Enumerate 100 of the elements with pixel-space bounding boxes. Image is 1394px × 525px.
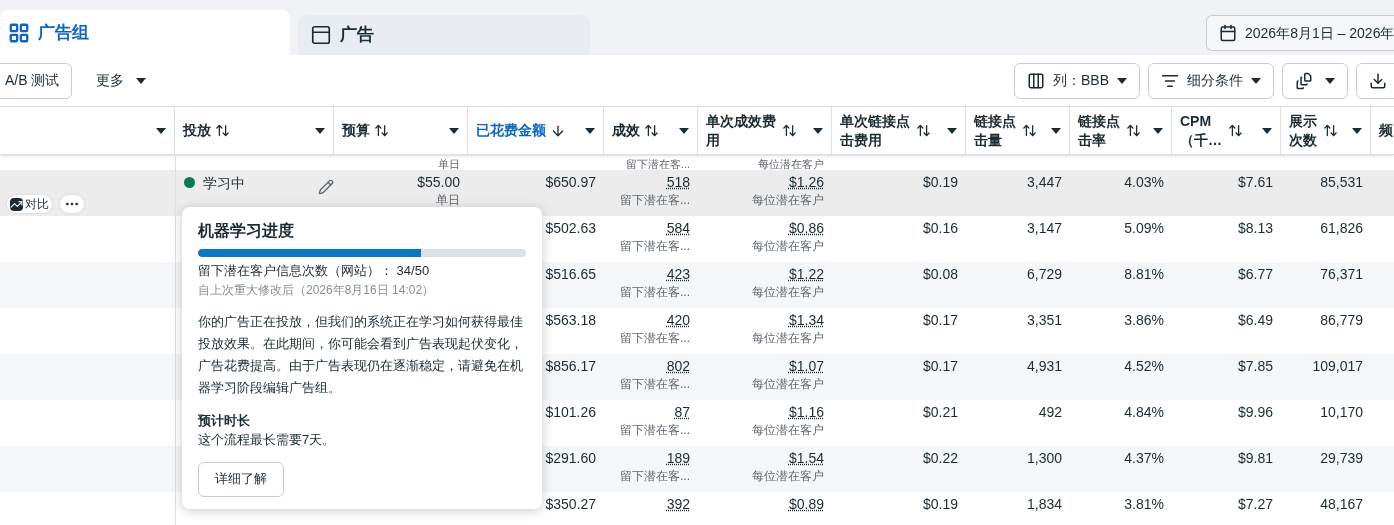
results-label: 留下潜在客... [620, 192, 690, 209]
caret-icon [679, 127, 689, 134]
cost-label: 每位潜在客户 [752, 330, 824, 347]
progress-count: 留下潜在客户信息次数（网站）： 34/50 [198, 262, 431, 280]
window-icon [310, 24, 332, 46]
table-cell: 1,834 [1026, 495, 1062, 513]
caret-icon [585, 127, 595, 134]
reports-dropdown[interactable] [1282, 62, 1348, 99]
breakdown-dropdown[interactable]: 细分条件 [1148, 62, 1274, 99]
table-cell: 3,447 [1026, 173, 1062, 191]
column-header[interactable]: 单次链接点击费用 [832, 107, 966, 154]
table-cell: 85,531 [1320, 173, 1363, 191]
cost-link[interactable]: $1.16 [788, 403, 824, 421]
tab[interactable]: 广告组 [0, 10, 290, 55]
column-header[interactable]: 链接点击率 [1070, 107, 1172, 154]
sort-icon [215, 123, 230, 138]
table-cell: $0.17 [922, 357, 958, 375]
caret-icon [1325, 77, 1335, 84]
table-cell: $0.19 [922, 173, 958, 191]
caret-icon [1251, 77, 1261, 84]
column-header[interactable]: 预算 [334, 107, 468, 154]
cost-link[interactable]: $0.86 [788, 219, 824, 237]
table-cell: 4.37% [1124, 449, 1164, 467]
caret-icon [1051, 127, 1061, 134]
cost-label: 每位潜在客户 [752, 192, 824, 209]
table-cell: $7.85 [1237, 357, 1273, 375]
popover-title: 机器学习进度 [198, 221, 295, 241]
table-cell: 3,351 [1026, 311, 1062, 329]
cost-link[interactable]: $1.34 [788, 311, 824, 329]
table-cell: $9.81 [1237, 449, 1273, 467]
table-cell: 492 [1038, 403, 1062, 421]
sort-icon [644, 123, 659, 138]
ab-test-button[interactable]: A/B 测试 [0, 62, 73, 99]
edit-icon[interactable] [318, 179, 334, 195]
cost-label: 每位潜在客户 [752, 238, 824, 255]
table-cell: $8.13 [1237, 219, 1273, 237]
table-cell: $0.16 [922, 219, 958, 237]
table-cell: 6,729 [1026, 265, 1062, 283]
column-header[interactable]: 成效 [604, 107, 698, 154]
download-button[interactable] [1356, 62, 1394, 99]
cost-link[interactable]: $1.26 [788, 173, 824, 191]
column-header[interactable]: 单次成效费用 [698, 107, 832, 154]
cost-link[interactable]: $0.89 [788, 495, 824, 513]
column-header[interactable]: 频 [1371, 107, 1394, 154]
cost-label: 每位潜在客户 [758, 159, 824, 170]
results-link[interactable]: 392 [666, 495, 690, 513]
learn-more-button[interactable]: 详细了解 [198, 461, 284, 497]
results-link[interactable]: 189 [666, 449, 690, 467]
table-cell: 3.81% [1124, 495, 1164, 513]
column-header[interactable]: CPM（千… [1172, 107, 1281, 154]
cost-link[interactable]: $1.07 [788, 357, 824, 375]
table-cell: 29,739 [1320, 449, 1363, 467]
results-link[interactable]: 87 [674, 403, 690, 421]
table-cell: 3.86% [1124, 311, 1164, 329]
table-cell: $0.08 [922, 265, 958, 283]
more-button[interactable] [59, 194, 85, 214]
results-link[interactable]: 802 [666, 357, 690, 375]
column-header[interactable]: 已花费金额 [468, 107, 604, 154]
table-cell: $350.27 [545, 495, 596, 513]
sort-icon [1022, 123, 1037, 138]
column-header[interactable]: 链接点击量 [966, 107, 1070, 154]
table-cell: $7.27 [1237, 495, 1273, 513]
table-cell: $55.00 [417, 173, 460, 191]
grid-icon [8, 21, 30, 44]
table-cell: $650.97 [545, 173, 596, 191]
table-cell: $9.96 [1237, 403, 1273, 421]
table-cell: $291.60 [545, 449, 596, 467]
cost-link[interactable]: $1.22 [788, 265, 824, 283]
columns-icon [1027, 71, 1045, 90]
column-header[interactable]: 投放 [175, 107, 334, 154]
caret-icon [1117, 77, 1127, 84]
table-cell: 5.09% [1124, 219, 1164, 237]
calendar-icon [1219, 24, 1237, 42]
results-link[interactable]: 518 [666, 173, 690, 191]
table-row[interactable]: 对比 学习中 $55.00 单日 $650.97 518 留下潜在客... $1.26 每位潜在客户 $0.19 3,447 4.03% $7.61 85,531 [0, 170, 1394, 216]
column-header[interactable]: 展示次数 [1281, 107, 1371, 154]
caret-icon [1153, 127, 1163, 134]
compare-button[interactable]: 对比 [6, 194, 53, 214]
cost-link[interactable]: $1.54 [788, 449, 824, 467]
results-label: 留下潜在客... [620, 422, 690, 439]
table-cell: 4.03% [1124, 173, 1164, 191]
results-label: 留下潜在客... [620, 238, 690, 255]
table-cell: $101.26 [545, 403, 596, 421]
results-link[interactable]: 420 [666, 311, 690, 329]
table-cell: $502.63 [545, 219, 596, 237]
table-cell: $0.19 [922, 495, 958, 513]
table-cell: $0.21 [922, 403, 958, 421]
tab[interactable]: 广告 [298, 15, 590, 55]
date-range-button[interactable]: 2026年8月1日 – 2026年 [1206, 15, 1394, 51]
results-link[interactable]: 584 [666, 219, 690, 237]
cost-label: 每位潜在客户 [752, 422, 824, 439]
results-link[interactable]: 423 [666, 265, 690, 283]
download-icon [1369, 71, 1387, 90]
progress-since: 自上次重大修改后（2026年8月16日 14:02） [198, 281, 436, 299]
columns-dropdown[interactable]: 列：BBB [1014, 62, 1140, 99]
table-cell: 86,779 [1320, 311, 1363, 329]
duration-title: 预计时长 [198, 411, 251, 430]
sort-icon [1323, 123, 1338, 138]
status-text: 学习中 [203, 174, 245, 193]
more-dropdown[interactable]: 更多 [96, 70, 147, 91]
